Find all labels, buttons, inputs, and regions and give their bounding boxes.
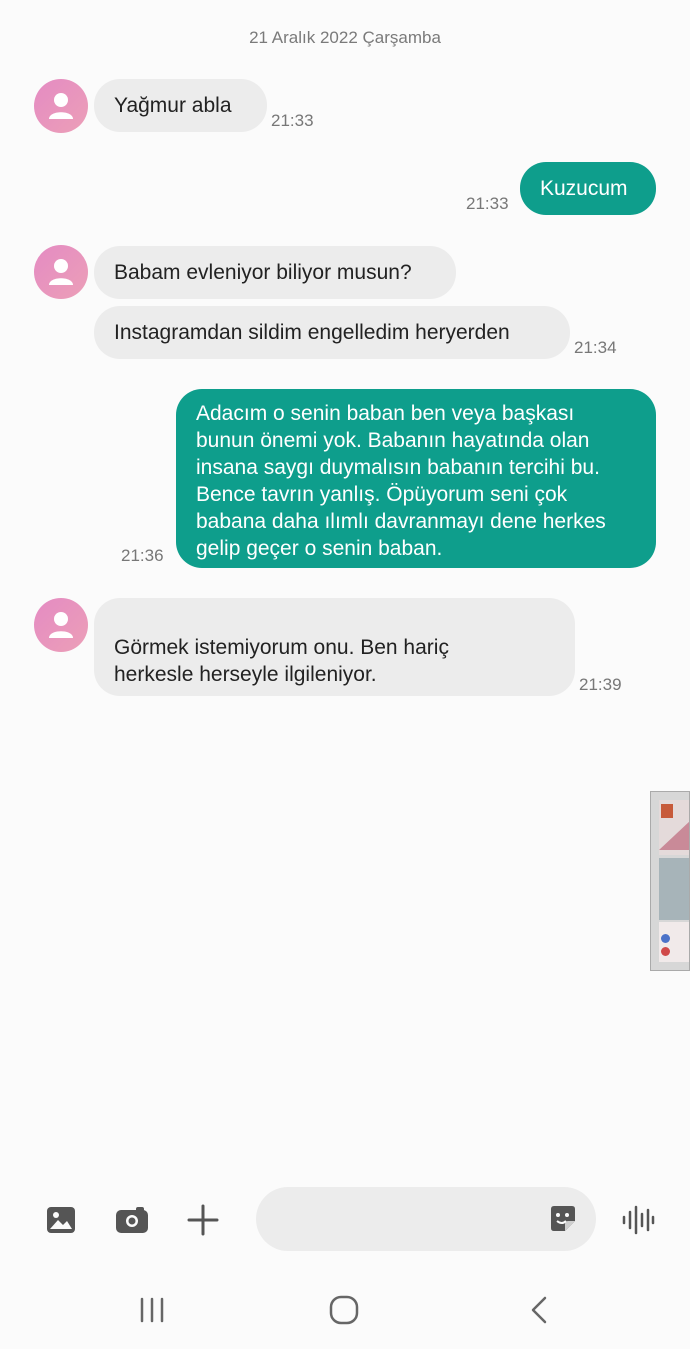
message-text: Babam evleniyor biliyor musun?	[114, 261, 412, 284]
recent-apps-button[interactable]	[131, 1290, 173, 1330]
message-text: Instagramdan sildim engelledim heryerden	[114, 321, 510, 344]
message-bubble-incoming[interactable]: Babam evleniyor biliyor musun?	[94, 246, 456, 299]
message-bubble-outgoing[interactable]: Adacım o senin baban ben veya başkası bu…	[176, 389, 656, 568]
message-time: 21:34	[574, 338, 617, 357]
sticker-icon	[551, 1206, 575, 1231]
contact-avatar[interactable]	[34, 598, 88, 652]
plus-icon	[187, 1204, 219, 1236]
message-time: 21:33	[271, 111, 314, 130]
message-line: Bence tavrın yanlış. Öpüyorum seni çok	[196, 483, 568, 506]
gallery-button[interactable]	[44, 1203, 78, 1237]
recent-apps-icon	[140, 1297, 164, 1323]
camera-button[interactable]	[114, 1203, 150, 1237]
floating-overlay-thumbnail[interactable]	[650, 791, 690, 971]
message-line: insana saygı duymalısın babanın tercihi …	[196, 456, 600, 479]
message-line: babana daha ılımlı davranmayı dene herke…	[196, 510, 606, 533]
message-line: gelip geçer o senin baban.	[196, 537, 443, 560]
person-icon	[49, 93, 73, 119]
message-bubble-incoming[interactable]: Yağmur abla	[94, 79, 267, 132]
person-icon	[49, 259, 73, 285]
message-bubble-incoming[interactable]: Görmek istemiyorum onu. Ben hariç herkes…	[94, 598, 575, 696]
message-time: 21:36	[121, 546, 164, 565]
sticker-button[interactable]	[546, 1202, 580, 1236]
message-input[interactable]	[256, 1187, 596, 1251]
image-icon	[47, 1207, 75, 1233]
camera-icon	[116, 1207, 148, 1233]
message-text: Kuzucum	[540, 177, 628, 200]
home-icon	[329, 1295, 359, 1325]
back-icon	[531, 1296, 547, 1324]
person-icon	[49, 612, 73, 638]
voice-button[interactable]	[620, 1203, 656, 1237]
date-separator: 21 Aralık 2022 Çarşamba	[249, 28, 441, 47]
message-bubble-incoming[interactable]: Instagramdan sildim engelledim heryerden	[94, 306, 570, 359]
message-line: herkesle herseyle ilgileniyor.	[114, 663, 377, 686]
home-button[interactable]	[323, 1290, 365, 1330]
contact-avatar[interactable]	[34, 79, 88, 133]
message-time: 21:33	[466, 194, 509, 213]
message-line: Görmek istemiyorum onu. Ben hariç	[114, 636, 449, 659]
voice-icon	[622, 1205, 655, 1235]
attach-button[interactable]	[186, 1203, 220, 1237]
message-time: 21:39	[579, 675, 622, 694]
message-bubble-outgoing[interactable]: Kuzucum	[520, 162, 656, 215]
back-button[interactable]	[518, 1290, 560, 1330]
message-line: bunun önemi yok. Babanın hayatında olan	[196, 429, 590, 452]
message-text: Yağmur abla	[114, 94, 232, 117]
contact-avatar[interactable]	[34, 245, 88, 299]
message-line: Adacım o senin baban ben veya başkası	[196, 402, 575, 425]
